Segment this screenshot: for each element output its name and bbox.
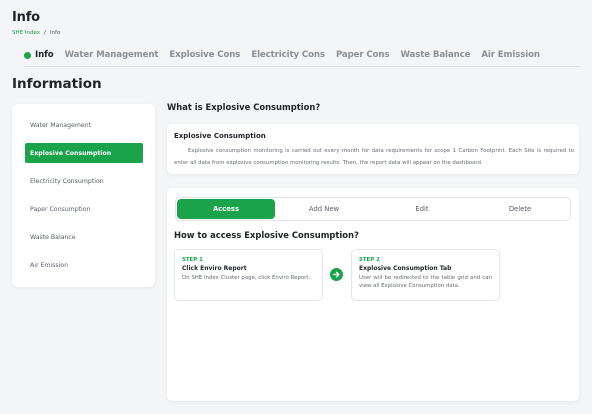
breadcrumb-link-she-index[interactable]: SHE Index [12,30,40,36]
segment-add-new[interactable]: Add New [275,199,373,219]
step-2-body: User will be redirected to the table gri… [359,275,492,289]
arrow-right-circle-icon [330,268,343,281]
tabs-divider [24,66,580,67]
breadcrumb-separator: / [44,30,46,36]
dot-icon [24,51,31,59]
tab-paper-cons[interactable]: Paper Cons [336,50,390,60]
sidebar-item-explosive-consumption[interactable]: Explosive Consumption [25,143,143,163]
tab-electricity-cons[interactable]: Electricity Cons [251,50,325,60]
tab-info[interactable]: Info [24,50,54,60]
step-2-title: Explosive Consumption Tab [359,265,452,272]
description-card: Explosive Consumption Explosive consumpt… [167,124,579,174]
description-heading: Explosive Consumption [174,132,266,140]
step-1-label: STEP 1 [182,257,203,263]
description-body: Explosive consumption monitoring is carr… [174,148,574,166]
step-1-body: On SHE Index Cluster page, click Enviro … [182,275,311,281]
tab-water-management[interactable]: Water Management [65,50,159,60]
tab-info-label: Info [35,50,54,60]
sidebar: Water Management Explosive Consumption E… [12,104,155,287]
tab-explosive-cons[interactable]: Explosive Cons [169,50,240,60]
page-title: Info [12,10,40,25]
segment-access[interactable]: Access [177,199,275,219]
segment-delete[interactable]: Delete [471,199,569,219]
sidebar-item-paper-consumption[interactable]: Paper Consumption [25,199,143,219]
how-title: How to access Explosive Consumption? [174,230,359,240]
step-card-1: STEP 1 Click Enviro Report On SHE Index … [174,249,323,301]
sidebar-item-water-management[interactable]: Water Management [25,115,143,135]
segment-edit[interactable]: Edit [373,199,471,219]
breadcrumb-current: Info [49,30,61,36]
guide-card: Access Add New Edit Delete How to access… [167,188,579,401]
tab-waste-balance[interactable]: Waste Balance [400,50,470,60]
step-2-label: STEP 2 [359,257,380,263]
what-title: What is Explosive Consumption? [167,102,321,112]
segmented-control: Access Add New Edit Delete [175,197,571,221]
breadcrumb: SHE Index / Info [12,30,60,36]
section-heading: Information [12,76,102,92]
step-1-title: Click Enviro Report [182,265,247,272]
top-tabs: Info Water Management Explosive Cons Ele… [24,48,551,62]
step-card-2: STEP 2 Explosive Consumption Tab User wi… [351,249,500,301]
sidebar-item-air-emission[interactable]: Air Emission [25,255,143,275]
sidebar-item-electricity-consumption[interactable]: Electricity Consumption [25,171,143,191]
sidebar-item-waste-balance[interactable]: Waste Balance [25,227,143,247]
tab-air-emission[interactable]: Air Emission [481,50,540,60]
